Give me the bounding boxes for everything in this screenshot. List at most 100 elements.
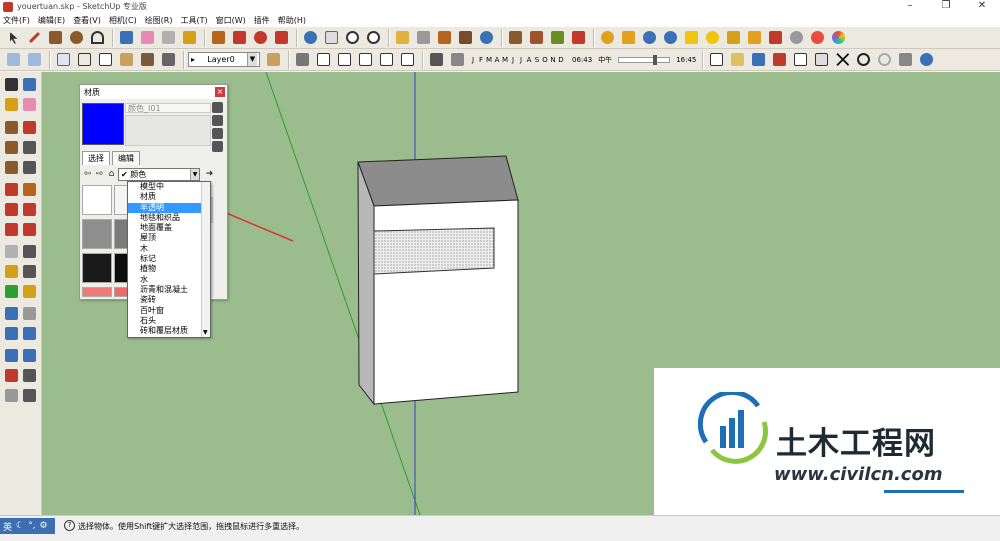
view-back-button[interactable] — [377, 51, 396, 69]
model-info-button[interactable] — [917, 51, 936, 69]
section-plane-button[interactable] — [22, 388, 38, 404]
push-pull-button[interactable] — [22, 182, 38, 198]
dropdown-item-window-blinds[interactable]: 百叶窗 — [128, 306, 210, 316]
details-arrow-icon[interactable]: ➜ — [204, 169, 215, 180]
walk-button[interactable] — [4, 388, 20, 404]
look-around-button[interactable] — [477, 29, 496, 47]
translucent-panel[interactable] — [373, 227, 495, 275]
chevron-down-icon[interactable]: ▼ — [246, 53, 257, 66]
materials-panel-header[interactable]: 材质 × — [80, 85, 227, 99]
make-component-button[interactable] — [117, 29, 136, 47]
position-camera-button[interactable] — [4, 368, 20, 384]
minimize-button[interactable]: – — [892, 0, 928, 13]
dropdown-item-stone[interactable]: 石头 — [128, 316, 210, 326]
rotate-tool-button[interactable] — [251, 29, 270, 47]
triangle-icon[interactable] — [212, 141, 223, 152]
collection-select[interactable]: ✔ 颜色 ▼ — [118, 167, 200, 181]
tab-edit[interactable]: 编辑 — [112, 151, 140, 165]
previous-button[interactable] — [22, 348, 38, 364]
close-icon[interactable]: × — [215, 87, 225, 97]
view-front-button[interactable] — [335, 51, 354, 69]
menu-tools[interactable]: 工具(T) — [181, 15, 208, 26]
menu-camera[interactable]: 相机(C) — [109, 15, 137, 26]
orbit-button[interactable] — [301, 29, 320, 47]
top-view-button[interactable] — [25, 51, 44, 69]
dropdown-item-groundcover[interactable]: 地面覆盖 — [128, 223, 210, 233]
menu-file[interactable]: 文件(F) — [3, 15, 30, 26]
tape-measure-button[interactable] — [159, 29, 178, 47]
circle-tool-button[interactable] — [67, 29, 86, 47]
arc-button[interactable] — [22, 140, 38, 156]
ime-indicator[interactable]: 英 ☾ °, ⚙ — [0, 518, 55, 534]
push-pull-button[interactable] — [209, 29, 228, 47]
print-button[interactable] — [896, 51, 915, 69]
delete-button[interactable] — [833, 51, 852, 69]
dropdown-item-wood[interactable]: 木 — [128, 244, 210, 254]
view-left-button[interactable] — [398, 51, 417, 69]
menu-edit[interactable]: 编辑(E) — [38, 15, 65, 26]
orbit-button[interactable] — [4, 306, 20, 322]
make-component-button[interactable] — [22, 77, 38, 93]
plugin-flag-button[interactable] — [745, 29, 764, 47]
paint-bucket-button[interactable] — [180, 29, 199, 47]
shadow-month-scale[interactable]: J F M A M J J A S O N D — [469, 56, 565, 64]
material-swatch[interactable] — [82, 219, 112, 249]
view-iso-button[interactable] — [293, 51, 312, 69]
menu-draw[interactable]: 绘图(R) — [145, 15, 173, 26]
back-arrow-icon[interactable]: ⇦ — [82, 169, 93, 180]
protractor-button[interactable] — [4, 264, 20, 280]
material-swatch[interactable] — [82, 253, 112, 283]
zoom-button[interactable] — [4, 326, 20, 342]
dropdown-item-translucent[interactable]: 半透明 — [128, 202, 210, 213]
plugin-p-button[interactable] — [661, 29, 680, 47]
plugin-lamp-button[interactable] — [724, 29, 743, 47]
dropdown-item-brick-cladding[interactable]: 砖和覆层材质 — [128, 326, 210, 336]
plugin-sphere-button[interactable] — [703, 29, 722, 47]
close-button[interactable]: ✕ — [964, 0, 1000, 13]
follow-me-button[interactable] — [22, 202, 38, 218]
dropdown-item-asphalt-concrete[interactable]: 沥青和混凝土 — [128, 285, 210, 295]
home-icon[interactable]: ⌂ — [106, 169, 117, 180]
shaded-button[interactable] — [117, 51, 136, 69]
view-right-button[interactable] — [356, 51, 375, 69]
box-top-face[interactable] — [357, 155, 519, 207]
material-swatch[interactable] — [82, 287, 112, 297]
move-tool-button[interactable] — [230, 29, 249, 47]
dropdown-item-roofing[interactable]: 屋顶 — [128, 233, 210, 243]
share-component-button[interactable] — [548, 29, 567, 47]
eraser-tool-button[interactable] — [138, 29, 157, 47]
plugin-color-button[interactable] — [829, 29, 848, 47]
look-around-button[interactable] — [22, 368, 38, 384]
line-button[interactable] — [22, 120, 38, 136]
chevron-down-icon[interactable]: ▼ — [190, 168, 199, 180]
layer-select[interactable]: ▸ Layer0 ▼ — [188, 52, 260, 67]
menu-help[interactable]: 帮助(H) — [278, 15, 306, 26]
rotate-button[interactable] — [4, 202, 20, 218]
tab-select[interactable]: 选择 — [82, 151, 110, 165]
move-button[interactable] — [4, 182, 20, 198]
restore-button[interactable]: ❐ — [928, 0, 964, 13]
copy-button[interactable] — [791, 51, 810, 69]
time-slider[interactable] — [618, 54, 671, 65]
menu-plugins[interactable]: 插件 — [254, 15, 270, 26]
layer-manager-button[interactable] — [264, 51, 283, 69]
help-icon[interactable]: ? — [64, 520, 75, 531]
iso-view-button[interactable] — [393, 29, 412, 47]
pan-button[interactable] — [322, 29, 341, 47]
paste-button[interactable] — [812, 51, 831, 69]
rectangle-button[interactable] — [4, 120, 20, 136]
dimension-button[interactable] — [22, 244, 38, 260]
walk-button[interactable] — [456, 29, 475, 47]
zoom-window-button[interactable] — [22, 326, 38, 342]
save-button[interactable] — [749, 51, 768, 69]
dropdown-item-carpet-fabric[interactable]: 地毯和织品 — [128, 213, 210, 223]
pan-button[interactable] — [22, 306, 38, 322]
circle-button[interactable] — [4, 140, 20, 156]
previous-view-button[interactable] — [414, 29, 433, 47]
new-file-button[interactable] — [707, 51, 726, 69]
shadow-settings-button[interactable] — [427, 51, 446, 69]
text-button[interactable] — [22, 264, 38, 280]
zoom-extents-button[interactable] — [364, 29, 383, 47]
material-name-field[interactable]: 颜色_I01 — [125, 103, 211, 113]
hidden-line-button[interactable] — [96, 51, 115, 69]
